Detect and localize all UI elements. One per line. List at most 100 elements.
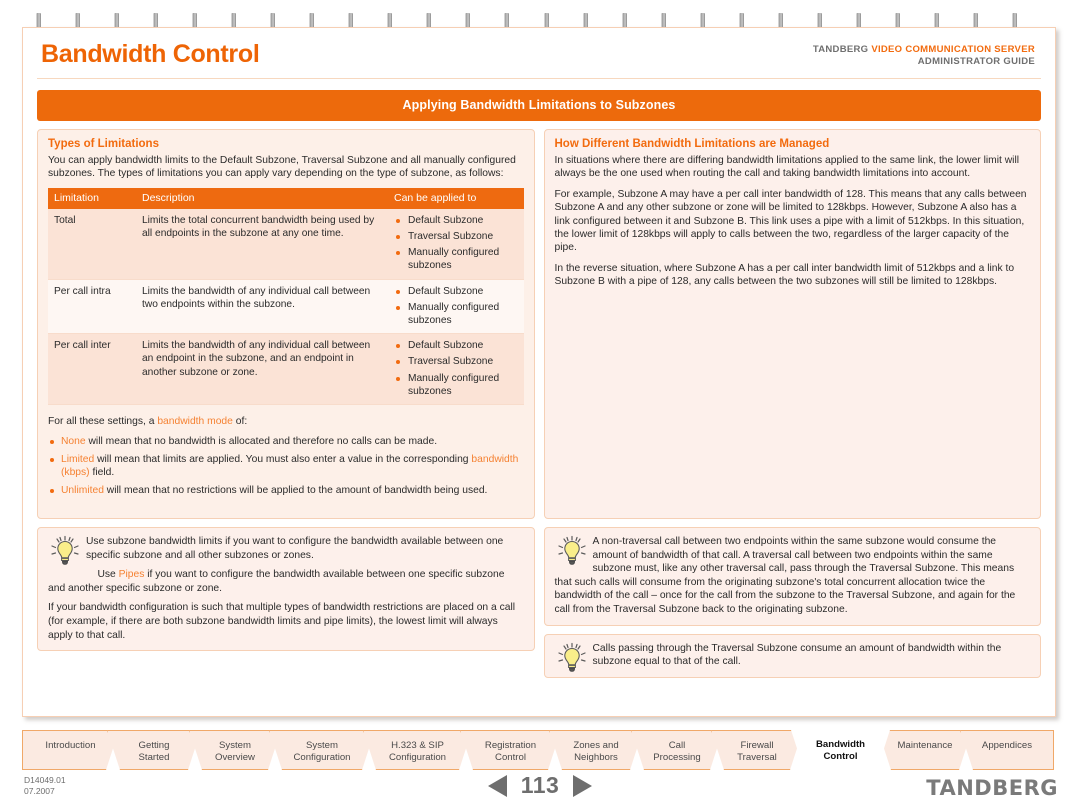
cell-description: Limits the bandwidth of any individual c… xyxy=(136,279,388,335)
table-header-row: Limitation Description Can be applied to xyxy=(48,187,524,209)
section-tab-label: System Overview xyxy=(215,740,255,763)
section-tab-label: Getting Started xyxy=(138,740,170,763)
brand-logo: TANDBERG xyxy=(926,776,1058,800)
page-number: 113 xyxy=(520,772,560,798)
mode-keyword: Unlimited xyxy=(61,484,104,496)
mode-keyword-secondary: bandwidth (kbps) xyxy=(61,453,519,479)
modes-lead: For all these settings, a bandwidth mode… xyxy=(48,415,524,428)
tip-right-2-body: Calls passing through the Traversal Subz… xyxy=(555,642,1031,669)
applies-to-list: Default Subzone Manually configured subzo… xyxy=(394,285,518,328)
section-tab-label: Firewall Traversal xyxy=(737,740,777,763)
applies-to-list: Default Subzone Traversal Subzone Manually… xyxy=(394,339,518,398)
pager: 113 xyxy=(0,772,1080,799)
section-tab-getting-started[interactable]: Getting Started xyxy=(107,730,201,770)
how-limitations-managed-panel: How Different Bandwidth Limitations are … xyxy=(543,129,1041,519)
types-of-limitations-panel: Types of Limitations You can apply bandw… xyxy=(37,129,535,519)
tip-right-1-body: A non-traversal call between two endpoin… xyxy=(555,535,1031,617)
list-item: Manually configured subzones xyxy=(394,372,518,398)
section-banner: Applying Bandwidth Limitations to Subzon… xyxy=(37,90,1041,121)
breadcrumb-product: VIDEO COMMUNICATION SERVER xyxy=(871,44,1035,55)
modes-lead-pre: For all these settings, a xyxy=(48,416,158,428)
list-item: Traversal Subzone xyxy=(394,230,518,243)
tip-left-1-p3: If your bandwidth configuration is such … xyxy=(48,602,516,641)
left-panel-intro: You can apply bandwidth limits to the De… xyxy=(48,155,516,180)
table-row: Total Limits the total concurrent bandwid… xyxy=(48,208,524,280)
section-tabs: Introduction Getting Started System Overvi… xyxy=(22,726,1056,772)
list-item: Manually configured subzones xyxy=(394,301,518,327)
section-tab-label: Registration Control xyxy=(484,740,537,763)
cell-applies-to: Default Subzone Traversal Subzone Manually… xyxy=(388,208,524,280)
section-tab-label: System Configuration xyxy=(293,740,351,763)
tip-left-1-body: Use subzone bandwidth limits if you want… xyxy=(48,535,524,642)
mode-keyword: None xyxy=(61,436,86,448)
bandwidth-modes-list: None will mean that no bandwidth is allo… xyxy=(48,435,524,497)
tip-left-1-p2-pre: Use xyxy=(97,569,119,581)
right-triangle-icon[interactable] xyxy=(573,774,593,797)
tip-right-2-p1: Calls passing through the Traversal Subz… xyxy=(592,642,1002,668)
cell-description: Limits the total concurrent bandwidth be… xyxy=(136,208,388,280)
section-tab-firewall-traversal[interactable]: Firewall Traversal xyxy=(711,730,803,770)
cell-limitation: Per call inter xyxy=(48,333,136,406)
page-footer: D14049.01 07.2007 113 TANDBERG xyxy=(0,772,1080,811)
lightbulb-icon xyxy=(557,642,586,672)
limitations-table: Limitation Description Can be applied to… xyxy=(48,187,524,406)
breadcrumb-subtitle: ADMINISTRATOR GUIDE xyxy=(917,56,1035,67)
mode-keyword: Limited xyxy=(61,453,95,465)
section-tab-label: Introduction xyxy=(45,740,96,751)
modes-lead-keyword: bandwidth mode xyxy=(157,416,233,428)
list-item: Default Subzone xyxy=(394,214,518,227)
th-applies-to: Can be applied to xyxy=(388,187,524,209)
cell-limitation: Per call intra xyxy=(48,279,136,335)
section-tab-system-configuration[interactable]: System Configuration xyxy=(269,730,375,770)
left-column: Types of Limitations You can apply bandw… xyxy=(37,129,535,678)
section-tab-introduction[interactable]: Introduction xyxy=(22,730,119,770)
table-row: Per call intra Limits the bandwidth of an… xyxy=(48,279,524,335)
left-triangle-icon[interactable] xyxy=(487,774,507,797)
section-tab-registration-control[interactable]: Registration Control xyxy=(460,730,561,770)
right-column: How Different Bandwidth Limitations are … xyxy=(543,129,1041,678)
list-item: Traversal Subzone xyxy=(394,355,518,368)
page-header: Bandwidth Control TANDBERG VIDEO COMMUNI… xyxy=(23,28,1055,83)
section-tab-system-overview[interactable]: System Overview xyxy=(189,730,281,770)
cell-applies-to: Default Subzone Manually configured subzo… xyxy=(388,279,524,335)
tip-left-1-p1: Use subzone bandwidth limits if you want… xyxy=(86,536,504,561)
breadcrumb-brand: TANDBERG xyxy=(812,44,869,55)
tip-right-1-p1: A non-traversal call between two endpoin… xyxy=(554,536,1016,615)
breadcrumb: TANDBERG VIDEO COMMUNICATION SERVER ADMI… xyxy=(813,44,1035,68)
section-tab-label: Call Processing xyxy=(653,740,701,763)
tip-box-right-2: Calls passing through the Traversal Subz… xyxy=(543,633,1041,678)
cell-limitation: Total xyxy=(48,208,136,280)
list-item: Unlimited will mean that no restrictions… xyxy=(48,484,524,497)
lightbulb-icon xyxy=(51,535,79,565)
modes-lead-post: of: xyxy=(232,416,248,428)
content-columns: Types of Limitations You can apply bandw… xyxy=(37,129,1041,678)
tip-left-1-p2-keyword: Pipes xyxy=(118,569,145,581)
lightbulb-icon xyxy=(557,535,586,565)
section-tab-call-processing[interactable]: Call Processing xyxy=(631,730,723,770)
page-title: Bandwidth Control xyxy=(41,40,260,68)
left-panel-title: Types of Limitations xyxy=(48,138,159,150)
section-tab-label: Bandwidth Control xyxy=(815,739,866,762)
th-description: Description xyxy=(136,187,388,209)
list-item: Default Subzone xyxy=(394,285,518,298)
section-tab-label: Maintenance xyxy=(897,740,953,751)
right-panel-p2: For example, Subzone A may have a per ca… xyxy=(554,188,1027,254)
list-item: None will mean that no bandwidth is allo… xyxy=(48,435,524,448)
section-tab-bandwidth-control[interactable]: Bandwidth Control xyxy=(791,730,890,770)
section-tab-h-323-sip-configuration[interactable]: H.323 & SIP Configuration xyxy=(363,730,472,770)
right-panel-title: How Different Bandwidth Limitations are … xyxy=(554,138,830,150)
th-limitation: Limitation xyxy=(48,187,136,209)
right-panel-p1: In situations where there are differing … xyxy=(554,155,1020,180)
applies-to-list: Default Subzone Traversal Subzone Manually… xyxy=(394,214,518,273)
header-divider xyxy=(37,78,1041,79)
section-tab-zones-and-neighbors[interactable]: Zones and Neighbors xyxy=(549,730,643,770)
section-tab-maintenance[interactable]: Maintenance xyxy=(878,730,972,770)
cell-applies-to: Default Subzone Traversal Subzone Manually… xyxy=(388,333,524,406)
tip-left-1-p2: Use Pipes if you want to configure the b… xyxy=(48,568,524,595)
section-tab-label: Appendices xyxy=(981,740,1033,751)
list-item: Manually configured subzones xyxy=(394,246,518,272)
section-tab-label: H.323 & SIP Configuration xyxy=(388,740,447,763)
list-item: Default Subzone xyxy=(394,339,518,352)
section-tab-appendices[interactable]: Appendices xyxy=(960,730,1054,770)
section-tab-label: Zones and Neighbors xyxy=(573,740,619,763)
